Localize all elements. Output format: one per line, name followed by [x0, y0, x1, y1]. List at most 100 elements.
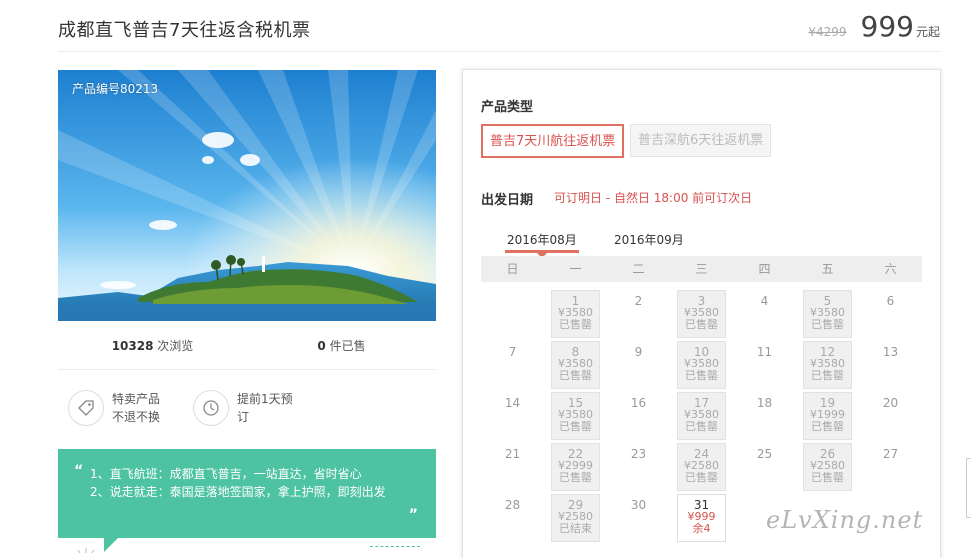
stats-bar: 10328 次浏览 0 件已售	[58, 322, 436, 370]
feature-2-line1: 提前1天预	[237, 392, 293, 406]
calendar-day-4: 4	[733, 290, 796, 341]
calendar-day-22[interactable]: 22 ¥2999 已售罄	[544, 443, 607, 494]
month-tab-aug[interactable]: 2016年08月	[505, 231, 579, 258]
page-title: 成都直飞普吉7天往返含税机票	[58, 20, 311, 41]
calendar-day-10[interactable]: 10 ¥3580 已售罄	[670, 341, 733, 392]
day-price-box: 26 ¥2580 已售罄	[803, 443, 852, 491]
tag-icon	[68, 390, 104, 426]
booking-note: 可订明日 - 自然日 18:00 前可订次日	[554, 191, 753, 205]
day-price-box: 22 ¥2999 已售罄	[551, 443, 600, 491]
calendar-day-26[interactable]: 26 ¥2580 已售罄	[796, 443, 859, 494]
feature-1-line1: 特卖产品	[112, 392, 161, 406]
price-unit: 元起	[915, 25, 940, 39]
calendar-day-1[interactable]: 1 ¥3580 已售罄	[544, 290, 607, 341]
clock-icon	[193, 390, 229, 426]
booking-panel: 产品类型 普吉7天川航往返机票 普吉深航6天往返机票 出发日期 可订明日 - 自…	[462, 69, 941, 558]
old-price: ¥4299	[808, 25, 847, 39]
calendar-day-11: 11	[733, 341, 796, 392]
calendar-day-27: 27	[859, 443, 922, 494]
more-link[interactable]	[370, 546, 420, 550]
quote-close-mark: ”	[408, 507, 418, 523]
calendar-day-6: 6	[859, 290, 922, 341]
weekday-fri: 五	[821, 262, 834, 276]
feature-advance-booking: 提前1天预 订	[193, 390, 293, 426]
page: 成都直飞普吉7天往返含税机票 ¥4299 999 元起 产品编号80213 10…	[0, 0, 971, 558]
calendar-day-30: 30	[607, 494, 670, 545]
day-price-box: 29 ¥2580 已结束	[551, 494, 600, 542]
watermark: eLvXing.net	[766, 506, 924, 534]
calendar-day-9: 9	[607, 341, 670, 392]
calendar-day-20: 20	[859, 392, 922, 443]
quote-open-mark: “	[74, 463, 84, 479]
day-status: 已售罄	[559, 318, 592, 331]
calendar-day-14: 14	[481, 392, 544, 443]
calendar-day-29[interactable]: 29 ¥2580 已结束	[544, 494, 607, 545]
calendar-day-15[interactable]: 15 ¥3580 已售罄	[544, 392, 607, 443]
day-status: 已售罄	[559, 471, 592, 484]
day-price-box: 31 ¥999 余4	[677, 494, 726, 542]
sold-label: 件已售	[325, 339, 366, 353]
day-number: 21	[504, 447, 521, 461]
side-scroll-handle[interactable]	[966, 458, 971, 518]
views-count: 10328	[111, 339, 154, 353]
day-status: 已售罄	[811, 420, 844, 433]
calendar-day-28: 28	[481, 494, 544, 545]
sold-count: 0	[317, 339, 326, 353]
day-status: 已售罄	[811, 318, 844, 331]
day-status: 已售罄	[685, 369, 718, 382]
product-type-label: 产品类型	[481, 100, 534, 115]
calendar-day-24[interactable]: 24 ¥2580 已售罄	[670, 443, 733, 494]
current-price: 999	[860, 10, 914, 43]
beach-sky-illustration	[58, 70, 436, 321]
month-tab-sep[interactable]: 2016年09月	[614, 231, 684, 253]
calendar-empty-cell	[481, 290, 544, 341]
calendar-day-21: 21	[481, 443, 544, 494]
day-number: 13	[882, 345, 899, 359]
highlight-line-1: 1、直飞航班：成都直飞普吉，一站直达，省时省心	[90, 467, 362, 481]
calendar-day-18: 18	[733, 392, 796, 443]
calendar-week-row: 21 22 ¥2999 已售罄 23 24 ¥2580 已售罄 25 26 ¥2580 已售罄 27	[481, 443, 922, 494]
calendar-day-5[interactable]: 5 ¥3580 已售罄	[796, 290, 859, 341]
product-number: 产品编号80213	[72, 82, 159, 96]
calendar-day-7: 7	[481, 341, 544, 392]
day-number: 7	[508, 345, 517, 359]
calendar-day-3[interactable]: 3 ¥3580 已售罄	[670, 290, 733, 341]
day-number: 25	[756, 447, 773, 461]
day-number: 23	[630, 447, 647, 461]
departure-date-label: 出发日期	[481, 193, 534, 208]
day-status: 已售罄	[685, 420, 718, 433]
calendar-week-row: 1 ¥3580 已售罄 2 3 ¥3580 已售罄 4 5 ¥3580 已售罄 6	[481, 290, 922, 341]
calendar-week-row: 14 15 ¥3580 已售罄 16 17 ¥3580 已售罄 18 19 ¥1999 已售罄 20	[481, 392, 922, 443]
weekday-mon: 一	[569, 262, 582, 276]
feature-special-offer: 特卖产品 不退不换	[68, 390, 160, 426]
day-number: 18	[756, 396, 773, 410]
day-number: 28	[504, 498, 521, 512]
calendar-day-12[interactable]: 12 ¥3580 已售罄	[796, 341, 859, 392]
feature-2-line2: 订	[237, 410, 250, 424]
day-status: 已售罄	[811, 471, 844, 484]
highlight-line-2: 2、说走就走：泰国是落地签国家，拿上护照，即刻出发	[90, 485, 386, 499]
calendar-day-16: 16	[607, 392, 670, 443]
day-number: 11	[756, 345, 773, 359]
calendar-day-8[interactable]: 8 ¥3580 已售罄	[544, 341, 607, 392]
calendar-day-31[interactable]: 31 ¥999 余4	[670, 494, 733, 545]
product-type-option-2[interactable]: 普吉深航6天往返机票	[630, 124, 772, 157]
day-price-box: 12 ¥3580 已售罄	[803, 341, 852, 389]
calendar-day-17[interactable]: 17 ¥3580 已售罄	[670, 392, 733, 443]
product-image[interactable]: 产品编号80213	[58, 70, 436, 321]
calendar-day-25: 25	[733, 443, 796, 494]
calendar-day-19[interactable]: 19 ¥1999 已售罄	[796, 392, 859, 443]
feature-1-line2: 不退不换	[112, 410, 161, 424]
product-type-option-1[interactable]: 普吉7天川航往返机票	[481, 124, 625, 158]
weekday-header: 日 一 二 三 四 五 六	[481, 256, 922, 282]
day-price-box: 17 ¥3580 已售罄	[677, 392, 726, 440]
day-status: 已售罄	[559, 369, 592, 382]
day-number: 9	[634, 345, 643, 359]
views-stat: 10328 次浏览	[58, 322, 247, 369]
day-number: 4	[760, 294, 769, 308]
day-price-box: 19 ¥1999 已售罄	[803, 392, 852, 440]
day-price-box: 3 ¥3580 已售罄	[677, 290, 726, 338]
header: 成都直飞普吉7天往返含税机票 ¥4299 999 元起	[58, 0, 940, 52]
day-number: 16	[630, 396, 647, 410]
weekday-sun: 日	[506, 262, 519, 276]
